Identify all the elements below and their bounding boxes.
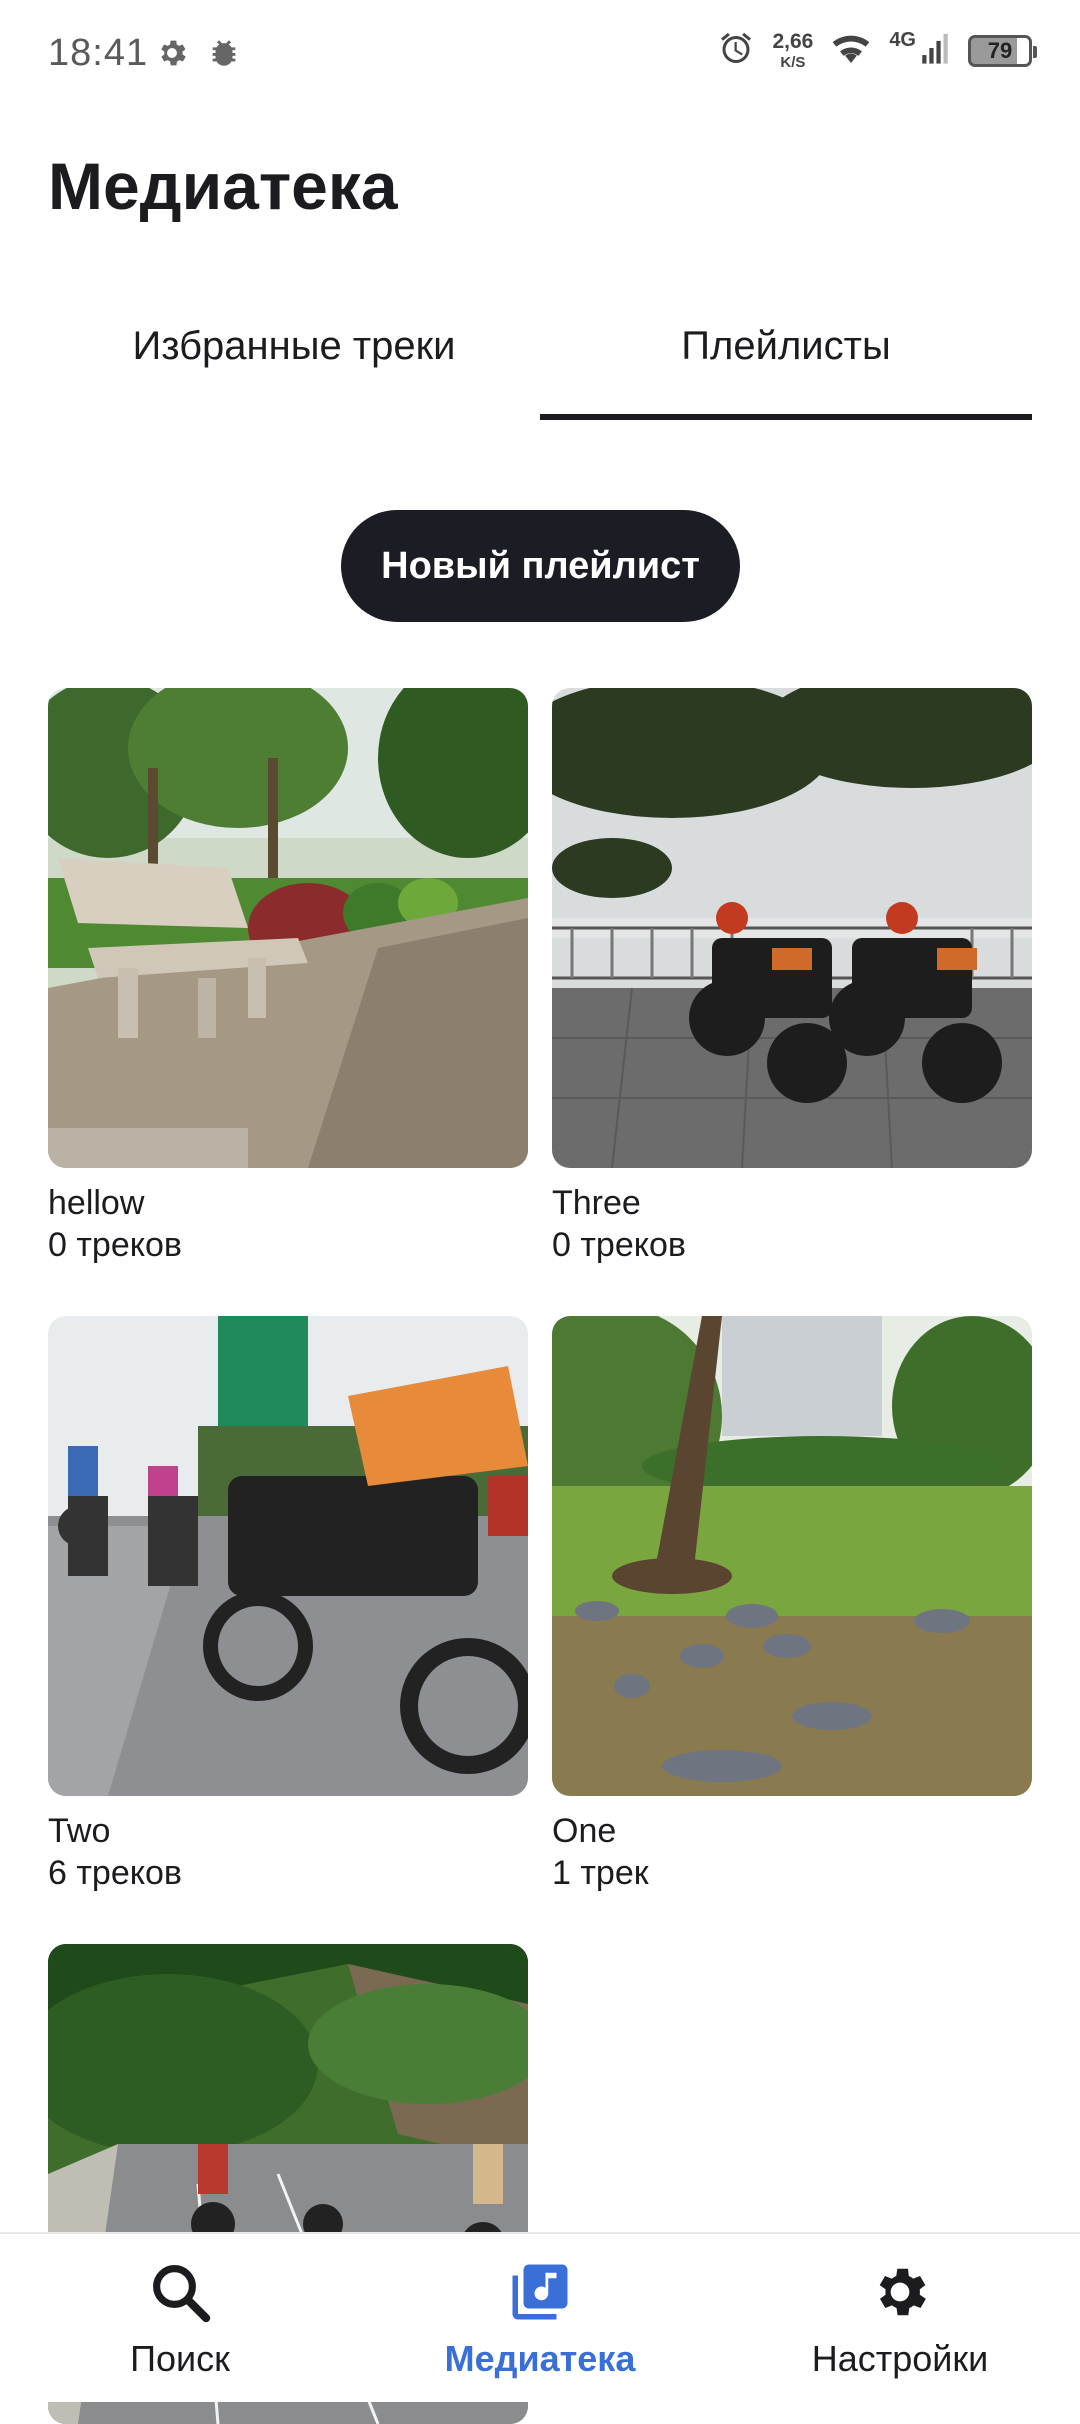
wifi-icon — [831, 31, 871, 70]
playlist-card[interactable]: Two 6 треков — [48, 1316, 528, 1894]
page-title: Медиатека — [48, 149, 398, 223]
bug-status-icon — [207, 36, 241, 75]
playlist-name: One — [552, 1812, 617, 1850]
bottom-navigation: Поиск Медиатека Настройки — [0, 2232, 1080, 2402]
tab-playlists[interactable]: Плейлисты — [540, 300, 1032, 420]
playlist-card[interactable]: hellow 0 треков — [48, 688, 528, 1266]
status-left-icons — [155, 36, 241, 75]
new-playlist-button[interactable]: Новый плейлист — [341, 510, 740, 622]
battery-indicator: 79 — [968, 34, 1037, 67]
nav-search[interactable]: Поиск — [0, 2234, 360, 2402]
nav-settings-label: Настройки — [811, 2338, 989, 2379]
network-speed-value: 2,66 — [772, 30, 814, 53]
playlist-card[interactable]: One 1 трек — [552, 1316, 1032, 1894]
status-bar: 18:41 2,66 K/S 4G 79 — [0, 0, 1080, 110]
search-icon — [147, 2258, 213, 2326]
playlist-card[interactable]: Three 0 треков — [552, 688, 1032, 1266]
battery-level: 79 — [987, 37, 1013, 63]
playlist-name: Two — [48, 1812, 111, 1850]
tab-bar: Избранные треки Плейлисты — [48, 300, 1032, 420]
nav-settings[interactable]: Настройки — [720, 2234, 1080, 2402]
playlist-cover — [552, 1316, 1032, 1796]
network-type: 4G — [889, 29, 916, 51]
playlist-track-count: 1 трек — [552, 1854, 649, 1892]
network-speed-unit: K/S — [780, 54, 806, 71]
nav-library-label: Медиатека — [444, 2338, 636, 2379]
playlist-cover — [552, 688, 1032, 1168]
signal-icon — [920, 31, 950, 70]
playlist-name: Three — [552, 1184, 641, 1222]
playlist-cover — [48, 688, 528, 1168]
playlist-track-count: 0 треков — [552, 1226, 686, 1264]
status-time: 18:41 — [48, 32, 149, 74]
playlist-cover — [48, 1316, 528, 1796]
network-speed: 2,66 K/S — [772, 31, 813, 70]
music-library-icon — [507, 2258, 573, 2326]
playlist-track-count: 6 треков — [48, 1854, 182, 1892]
alarm-icon — [718, 30, 754, 71]
status-right: 2,66 K/S 4G 79 — [718, 29, 1037, 71]
playlist-track-count: 0 треков — [48, 1226, 182, 1264]
settings-status-icon — [155, 36, 189, 75]
nav-library[interactable]: Медиатека — [360, 2234, 720, 2402]
playlist-name: hellow — [48, 1184, 145, 1222]
gear-icon — [868, 2258, 932, 2326]
nav-search-label: Поиск — [130, 2338, 230, 2379]
tab-favorite-tracks[interactable]: Избранные треки — [48, 300, 540, 420]
